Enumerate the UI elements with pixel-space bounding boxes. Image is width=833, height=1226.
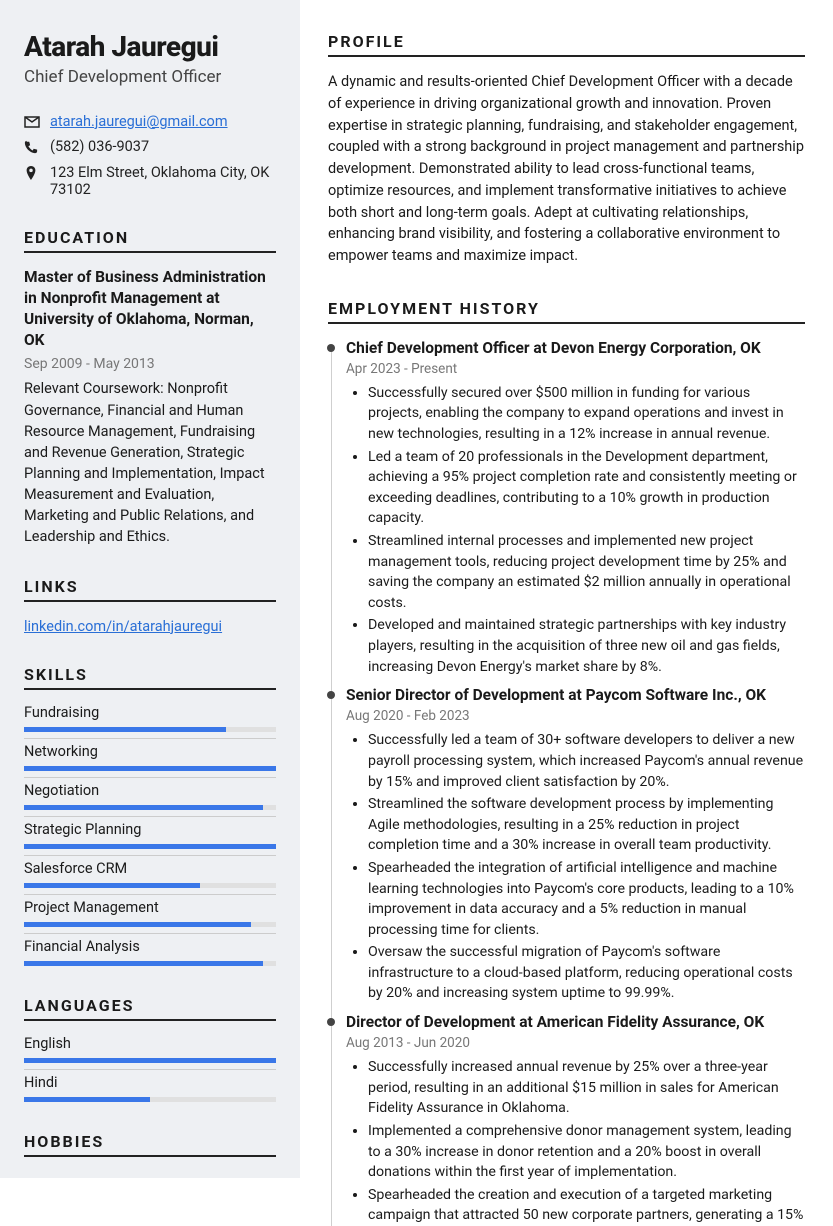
job-entry: Chief Development Officer at Devon Energ… bbox=[346, 338, 805, 677]
job-bullets: Successfully secured over $500 million i… bbox=[346, 383, 805, 677]
location-icon bbox=[24, 166, 40, 184]
skills-list: Fundraising Networking Negotiation Strategi… bbox=[24, 704, 276, 966]
skill-item: Strategic Planning bbox=[24, 816, 276, 849]
job-bullet: Developed and maintained strategic partn… bbox=[368, 615, 805, 677]
sidebar: Atarah Jauregui Chief Development Office… bbox=[0, 0, 300, 1178]
job-bullet: Spearheaded the integration of artificia… bbox=[368, 858, 805, 940]
job-bullet: Streamlined internal processes and imple… bbox=[368, 531, 805, 613]
contact-address: 123 Elm Street, Oklahoma City, OK 73102 bbox=[50, 164, 276, 198]
job-title: Director of Development at American Fide… bbox=[346, 1012, 805, 1032]
languages-list: English Hindi bbox=[24, 1035, 276, 1102]
skill-bar-fill bbox=[24, 766, 276, 771]
contact-phone: (582) 036-9037 bbox=[50, 138, 149, 155]
profile-heading: Profile bbox=[328, 32, 805, 57]
contact-email-row: atarah.jauregui@gmail.com bbox=[24, 113, 276, 132]
contact-address-row: 123 Elm Street, Oklahoma City, OK 73102 bbox=[24, 164, 276, 198]
skill-label: Networking bbox=[24, 738, 276, 766]
job-dates: Apr 2023 - Present bbox=[346, 361, 805, 377]
skill-label: Financial Analysis bbox=[24, 933, 276, 961]
job-bullets: Successfully led a team of 30+ software … bbox=[346, 730, 805, 1004]
job-bullet: Streamlined the software development pro… bbox=[368, 794, 805, 856]
skill-bar bbox=[24, 883, 276, 888]
job-bullet: Spearheaded the creation and execution o… bbox=[368, 1185, 805, 1226]
skill-bar bbox=[24, 844, 276, 849]
job-entry: Senior Director of Development at Paycom… bbox=[346, 685, 805, 1004]
languages-heading: Languages bbox=[24, 996, 276, 1021]
education-dates: Sep 2009 - May 2013 bbox=[24, 356, 276, 372]
skill-bar-fill bbox=[24, 727, 226, 732]
education-degree: Master of Business Administration in Non… bbox=[24, 267, 276, 351]
skill-bar-fill bbox=[24, 922, 251, 927]
skill-item: Project Management bbox=[24, 894, 276, 927]
skill-label: Fundraising bbox=[24, 704, 276, 727]
contact-email[interactable]: atarah.jauregui@gmail.com bbox=[50, 113, 228, 130]
skill-item: Hindi bbox=[24, 1069, 276, 1102]
job-bullet: Implemented a comprehensive donor manage… bbox=[368, 1121, 805, 1183]
job-dates: Aug 2013 - Jun 2020 bbox=[346, 1035, 805, 1051]
skill-bar-fill bbox=[24, 805, 263, 810]
linkedin-link[interactable]: linkedin.com/in/atarahjauregui bbox=[24, 618, 222, 635]
skill-item: Negotiation bbox=[24, 777, 276, 810]
skill-item: Financial Analysis bbox=[24, 933, 276, 966]
person-title: Chief Development Officer bbox=[24, 67, 276, 87]
skill-bar bbox=[24, 1097, 276, 1102]
profile-text: A dynamic and results-oriented Chief Dev… bbox=[328, 71, 805, 267]
skill-bar-fill bbox=[24, 1097, 150, 1102]
skill-bar bbox=[24, 766, 276, 771]
job-entry: Director of Development at American Fide… bbox=[346, 1012, 805, 1226]
contact-phone-row: (582) 036-9037 bbox=[24, 138, 276, 158]
education-coursework: Relevant Coursework: Nonprofit Governanc… bbox=[24, 378, 276, 546]
skills-heading: Skills bbox=[24, 665, 276, 690]
employment-heading: Employment History bbox=[328, 299, 805, 324]
phone-icon bbox=[24, 140, 40, 158]
skill-bar-fill bbox=[24, 883, 200, 888]
job-dates: Aug 2020 - Feb 2023 bbox=[346, 708, 805, 724]
person-name: Atarah Jauregui bbox=[24, 32, 276, 63]
skill-label: Project Management bbox=[24, 894, 276, 922]
skill-bar bbox=[24, 805, 276, 810]
job-bullet: Successfully secured over $500 million i… bbox=[368, 383, 805, 445]
job-bullets: Successfully increased annual revenue by… bbox=[346, 1057, 805, 1226]
skill-bar-fill bbox=[24, 844, 276, 849]
job-bullet: Successfully led a team of 30+ software … bbox=[368, 730, 805, 792]
job-title: Chief Development Officer at Devon Energ… bbox=[346, 338, 805, 358]
skill-bar bbox=[24, 1058, 276, 1063]
skill-item: Salesforce CRM bbox=[24, 855, 276, 888]
skill-item: Networking bbox=[24, 738, 276, 771]
skill-bar bbox=[24, 961, 276, 966]
skill-bar bbox=[24, 922, 276, 927]
skill-label: English bbox=[24, 1035, 276, 1058]
skill-label: Negotiation bbox=[24, 777, 276, 805]
links-heading: Links bbox=[24, 577, 276, 602]
skill-item: English bbox=[24, 1035, 276, 1063]
job-title: Senior Director of Development at Paycom… bbox=[346, 685, 805, 705]
main-column: Profile A dynamic and results-oriented C… bbox=[300, 0, 833, 1178]
skill-item: Fundraising bbox=[24, 704, 276, 732]
skill-label: Hindi bbox=[24, 1069, 276, 1097]
skill-label: Strategic Planning bbox=[24, 816, 276, 844]
employment-timeline: Chief Development Officer at Devon Energ… bbox=[328, 338, 805, 1226]
skill-bar-fill bbox=[24, 1058, 276, 1063]
skill-bar bbox=[24, 727, 276, 732]
hobbies-heading: Hobbies bbox=[24, 1132, 276, 1157]
job-bullet: Oversaw the successful migration of Payc… bbox=[368, 942, 805, 1004]
email-icon bbox=[24, 115, 40, 132]
education-heading: Education bbox=[24, 228, 276, 253]
job-bullet: Successfully increased annual revenue by… bbox=[368, 1057, 805, 1119]
job-bullet: Led a team of 20 professionals in the De… bbox=[368, 447, 805, 529]
skill-label: Salesforce CRM bbox=[24, 855, 276, 883]
skill-bar-fill bbox=[24, 961, 263, 966]
